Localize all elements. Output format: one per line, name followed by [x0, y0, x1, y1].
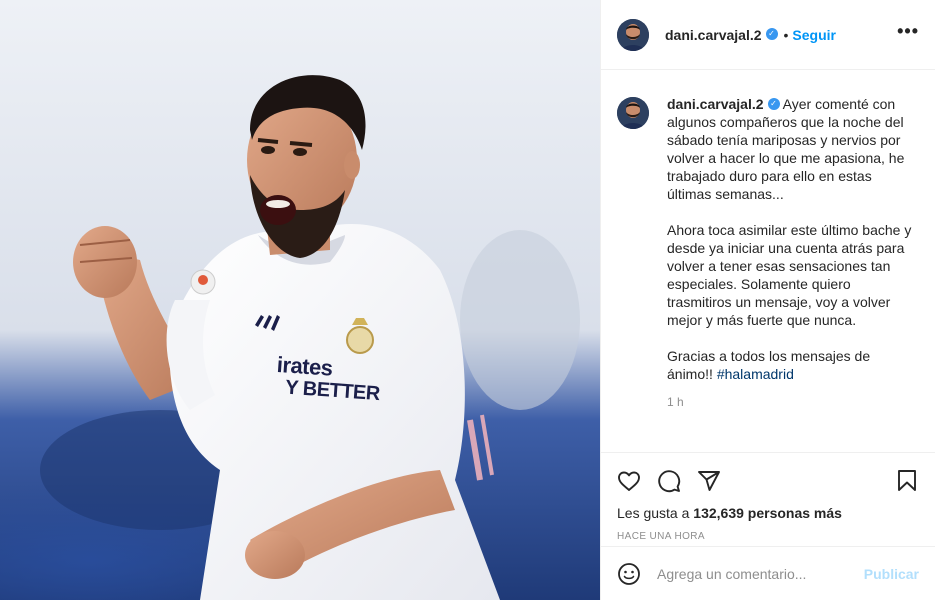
paper-plane-icon[interactable]	[697, 469, 721, 493]
hashtag-link[interactable]: #halamadrid	[717, 366, 794, 382]
likes-prefix: Les gusta a	[617, 505, 694, 521]
instagram-post: irates Y BETTER dani.carvajal.2 ✓ • Segu…	[0, 0, 935, 600]
post-side-panel: dani.carvajal.2 ✓ • Seguir ••• dani.carv…	[600, 0, 935, 600]
avatar-image	[617, 97, 649, 129]
bookmark-icon[interactable]	[895, 469, 919, 493]
avatar[interactable]	[617, 18, 649, 51]
header-username[interactable]: dani.carvajal.2	[665, 27, 762, 43]
likes-suffix: personas más	[743, 505, 842, 521]
comment-input[interactable]	[657, 565, 864, 582]
comments-section: dani.carvajal.2 ✓ Ayer comenté con alguno…	[601, 71, 935, 451]
caption-username[interactable]: dani.carvajal.2	[667, 96, 764, 112]
avatar-image	[617, 18, 649, 51]
caption-text: dani.carvajal.2 ✓ Ayer comenté con alguno…	[667, 95, 917, 383]
post-header: dani.carvajal.2 ✓ • Seguir •••	[601, 0, 935, 70]
add-comment-bar: Publicar	[601, 546, 935, 600]
post-actions: Les gusta a 132,639 personas más HACE UN…	[601, 452, 935, 542]
caption-avatar[interactable]	[617, 97, 649, 129]
verified-badge-icon: ✓	[765, 27, 778, 40]
player-celebration-image	[0, 0, 600, 600]
smiley-icon[interactable]	[617, 562, 641, 586]
caption-paragraph-2: Ahora toca asimilar este último bache y …	[667, 222, 912, 328]
heart-icon[interactable]	[617, 469, 641, 493]
verified-badge-icon: ✓	[767, 98, 780, 111]
caption-timestamp[interactable]: 1 h	[667, 395, 919, 409]
caption-row: dani.carvajal.2 ✓ Ayer comenté con alguno…	[617, 95, 919, 383]
likes-count[interactable]: Les gusta a 132,639 personas más	[617, 505, 919, 521]
more-options-icon[interactable]: •••	[897, 21, 919, 48]
sponsor-line-1: irates	[276, 351, 334, 381]
action-icons	[617, 461, 919, 501]
post-timestamp[interactable]: HACE UNA HORA	[617, 531, 919, 542]
shirt-sponsor-text: irates Y BETTER	[275, 351, 398, 406]
follow-button[interactable]: Seguir	[792, 27, 836, 43]
comment-icon[interactable]	[657, 469, 681, 493]
post-photo[interactable]: irates Y BETTER	[0, 0, 600, 600]
caption-paragraph-1: dani.carvajal.2 ✓ Ayer comenté con alguno…	[667, 95, 917, 203]
publish-button[interactable]: Publicar	[864, 566, 919, 582]
separator-dot: •	[783, 26, 789, 43]
likes-number: 132,639	[693, 505, 744, 521]
caption-paragraph-3: Gracias a todos los mensajes de ánimo!! …	[667, 347, 917, 383]
